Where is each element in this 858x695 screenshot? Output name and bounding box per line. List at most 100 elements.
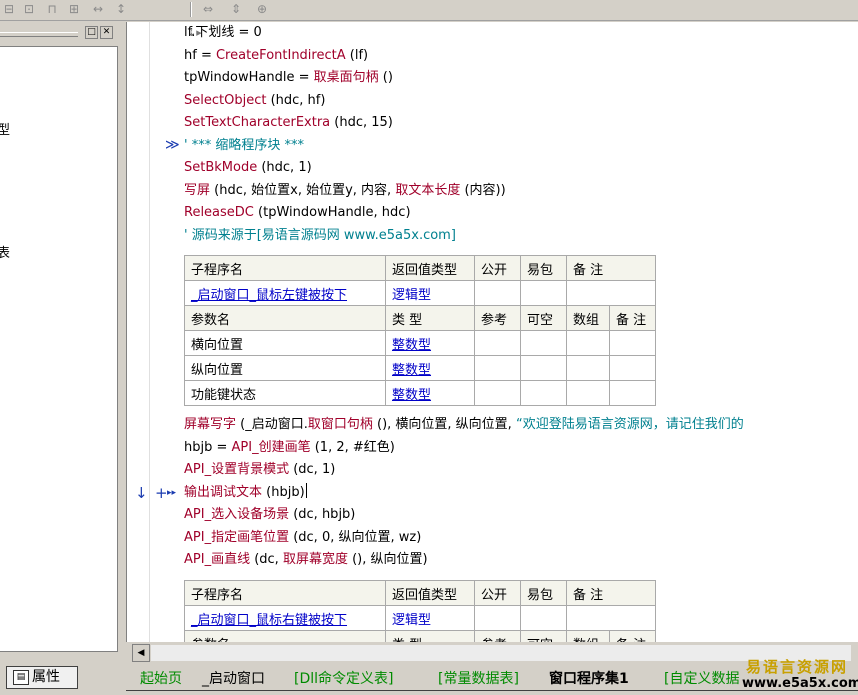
code-token: (tpWindowHandle, hdc) bbox=[253, 205, 411, 220]
public-cell[interactable] bbox=[474, 280, 521, 306]
param-cell[interactable] bbox=[520, 380, 567, 406]
code-line[interactable]: 输出调试文本 (hbjb) bbox=[184, 482, 307, 504]
code-line[interactable]: API_指定画笔位置 (dc, 0, 纵向位置, wz) bbox=[184, 527, 421, 549]
panel-title-bar: □ ✕ bbox=[0, 26, 121, 40]
param-type[interactable]: 整数型 bbox=[385, 330, 475, 356]
param-cell[interactable] bbox=[609, 330, 656, 356]
remark-cell[interactable] bbox=[566, 605, 656, 631]
code-line[interactable]: ' 源码来源于[易语言源码网 www.e5a5x.com] bbox=[184, 225, 456, 247]
remark-cell[interactable] bbox=[566, 280, 656, 306]
public-cell[interactable] bbox=[474, 605, 521, 631]
table-row[interactable]: 功能键状态 整数型 bbox=[184, 380, 656, 406]
code-line[interactable]: tpWindowHandle = 取桌面句柄 () bbox=[184, 67, 393, 89]
param-name[interactable]: 横向位置 bbox=[184, 330, 386, 356]
param-cell[interactable] bbox=[609, 355, 656, 381]
tab-constants[interactable]: [常量数据表] bbox=[438, 668, 519, 690]
code-token: (hdc, 1) bbox=[257, 160, 312, 175]
code-token: (dc, bbox=[250, 552, 283, 567]
tab-dll-commands[interactable]: [Dll命令定义表] bbox=[294, 668, 393, 690]
program-tree[interactable]: 型 表 bbox=[0, 46, 118, 652]
code-line[interactable]: ReleaseDC (tpWindowHandle, hdc) bbox=[184, 202, 411, 224]
panel-grip[interactable] bbox=[0, 32, 78, 37]
align-center-icon[interactable]: ⊡ bbox=[21, 1, 37, 17]
param-type[interactable]: 整数型 bbox=[385, 355, 475, 381]
code-token: API_创建画笔 bbox=[231, 439, 311, 455]
tree-item-fragment[interactable]: 表 bbox=[0, 242, 10, 261]
collapse-block-icon[interactable]: ≫ bbox=[165, 134, 180, 156]
space-vertical-icon[interactable]: ↕ bbox=[113, 1, 129, 17]
code-token: ' *** 缩略程序块 *** bbox=[184, 137, 304, 153]
epackage-cell[interactable] bbox=[520, 605, 567, 631]
same-height-icon[interactable]: ⇕ bbox=[228, 1, 244, 17]
code-token: SetBkMode bbox=[184, 160, 258, 175]
code-token: 取桌面句柄 bbox=[313, 70, 379, 85]
same-width-icon[interactable]: ⇔ bbox=[200, 1, 216, 17]
col-header: 参数名 bbox=[184, 305, 386, 331]
same-size-icon[interactable]: ⊕ bbox=[254, 1, 270, 17]
code-line[interactable]: lf.下划线 = 0 bbox=[184, 22, 262, 44]
code-line[interactable]: ' *** 缩略程序块 *** bbox=[184, 135, 304, 157]
table-row[interactable]: 横向位置 整数型 bbox=[184, 330, 656, 356]
col-header: 子程序名 bbox=[184, 255, 386, 281]
param-cell[interactable] bbox=[520, 330, 567, 356]
code-line[interactable]: API_画直线 (dc, 取屏幕宽度 (), 纵向位置) bbox=[184, 549, 428, 571]
col-header: 易包 bbox=[520, 580, 567, 606]
code-line[interactable]: API_选入设备场景 (dc, hbjb) bbox=[184, 504, 355, 526]
epackage-cell[interactable] bbox=[520, 280, 567, 306]
properties-icon: ▤ bbox=[13, 670, 29, 685]
panel-close-button[interactable]: ✕ bbox=[100, 26, 113, 39]
param-cell[interactable] bbox=[474, 330, 521, 356]
tab-startup-window[interactable]: _启动窗口 bbox=[202, 668, 265, 690]
code-token: (lf) bbox=[345, 47, 369, 63]
code-line[interactable]: SetTextCharacterExtra (hdc, 15) bbox=[184, 112, 393, 134]
return-type[interactable]: 逻辑型 bbox=[385, 605, 475, 631]
add-line-icon[interactable]: + bbox=[155, 482, 168, 504]
code-line[interactable]: 屏幕写字 (_启动窗口.取窗口句柄 (), 横向位置, 纵向位置, “欢迎登陆易… bbox=[184, 414, 744, 436]
align-middle-icon[interactable]: ⊞ bbox=[66, 1, 82, 17]
code-token: 屏幕写字 bbox=[184, 417, 237, 432]
layout-toolbar: ⊟ ⊡ ⊓ ⊞ ↔ ↕ ⇔ ⇕ ⊕ bbox=[0, 0, 858, 21]
subroutine-name[interactable]: _启动窗口_鼠标左键被按下 bbox=[184, 280, 386, 306]
code-editor[interactable]: ⇣▸ ≫ ↓ + ▸▸ lf.下划线 = 0 hf = CreateFontInd… bbox=[126, 22, 858, 642]
tab-window-assembly[interactable]: 窗口程序集1 bbox=[549, 668, 629, 690]
code-line[interactable]: hf = CreateFontIndirectA (lf) bbox=[184, 45, 368, 67]
code-line[interactable]: SetBkMode (hdc, 1) bbox=[184, 157, 312, 179]
param-name[interactable]: 功能键状态 bbox=[184, 380, 386, 406]
code-token: API_画直线 bbox=[184, 552, 251, 567]
param-cell[interactable] bbox=[474, 380, 521, 406]
panel-maximize-button[interactable]: □ bbox=[85, 26, 98, 39]
code-token: CreateFontIndirectA bbox=[215, 47, 346, 63]
table-header-row: 子程序名 返回值类型 公开 易包 备 注 bbox=[184, 580, 656, 606]
breakpoint-arrow-icon[interactable]: ↓ bbox=[135, 482, 148, 504]
param-cell[interactable] bbox=[474, 355, 521, 381]
return-type[interactable]: 逻辑型 bbox=[385, 280, 475, 306]
param-cell[interactable] bbox=[566, 380, 610, 406]
code-line[interactable]: API_设置背景模式 (dc, 1) bbox=[184, 459, 335, 481]
code-line[interactable]: SelectObject (hdc, hf) bbox=[184, 90, 325, 112]
scroll-left-icon[interactable]: ◀ bbox=[132, 644, 150, 662]
align-left-icon[interactable]: ⊟ bbox=[1, 1, 17, 17]
tab-start-page[interactable]: 起始页 bbox=[140, 668, 182, 690]
param-cell[interactable] bbox=[609, 380, 656, 406]
table-row[interactable]: 纵向位置 整数型 bbox=[184, 355, 656, 381]
param-cell[interactable] bbox=[520, 355, 567, 381]
table-row[interactable]: _启动窗口_鼠标左键被按下 逻辑型 bbox=[184, 280, 656, 306]
col-header: 备 注 bbox=[566, 255, 656, 281]
subroutine-name[interactable]: _启动窗口_鼠标右键被按下 bbox=[184, 605, 386, 631]
code-token: (hdc, hf) bbox=[266, 92, 326, 108]
table-row[interactable]: _启动窗口_鼠标右键被按下 逻辑型 bbox=[184, 605, 656, 631]
code-token: 取文本长度 bbox=[395, 182, 461, 198]
param-cell[interactable] bbox=[566, 330, 610, 356]
param-type[interactable]: 整数型 bbox=[385, 380, 475, 406]
properties-tab[interactable]: ▤ 属性 bbox=[6, 666, 78, 689]
run-to-icon[interactable]: ▸▸ bbox=[167, 482, 176, 504]
param-cell[interactable] bbox=[566, 355, 610, 381]
space-horizontal-icon[interactable]: ↔ bbox=[90, 1, 106, 17]
align-top-icon[interactable]: ⊓ bbox=[44, 1, 60, 17]
param-name[interactable]: 纵向位置 bbox=[184, 355, 386, 381]
code-token: 写屏 bbox=[184, 182, 211, 198]
code-line[interactable]: hbjb = API_创建画笔 (1, 2, #红色) bbox=[184, 437, 395, 459]
tab-custom-data[interactable]: [自定义数据 bbox=[664, 668, 739, 690]
tree-item-fragment[interactable]: 型 bbox=[0, 119, 10, 138]
code-line[interactable]: 写屏 (hdc, 始位置x, 始位置y, 内容, 取文本长度 (内容)) bbox=[184, 180, 506, 202]
